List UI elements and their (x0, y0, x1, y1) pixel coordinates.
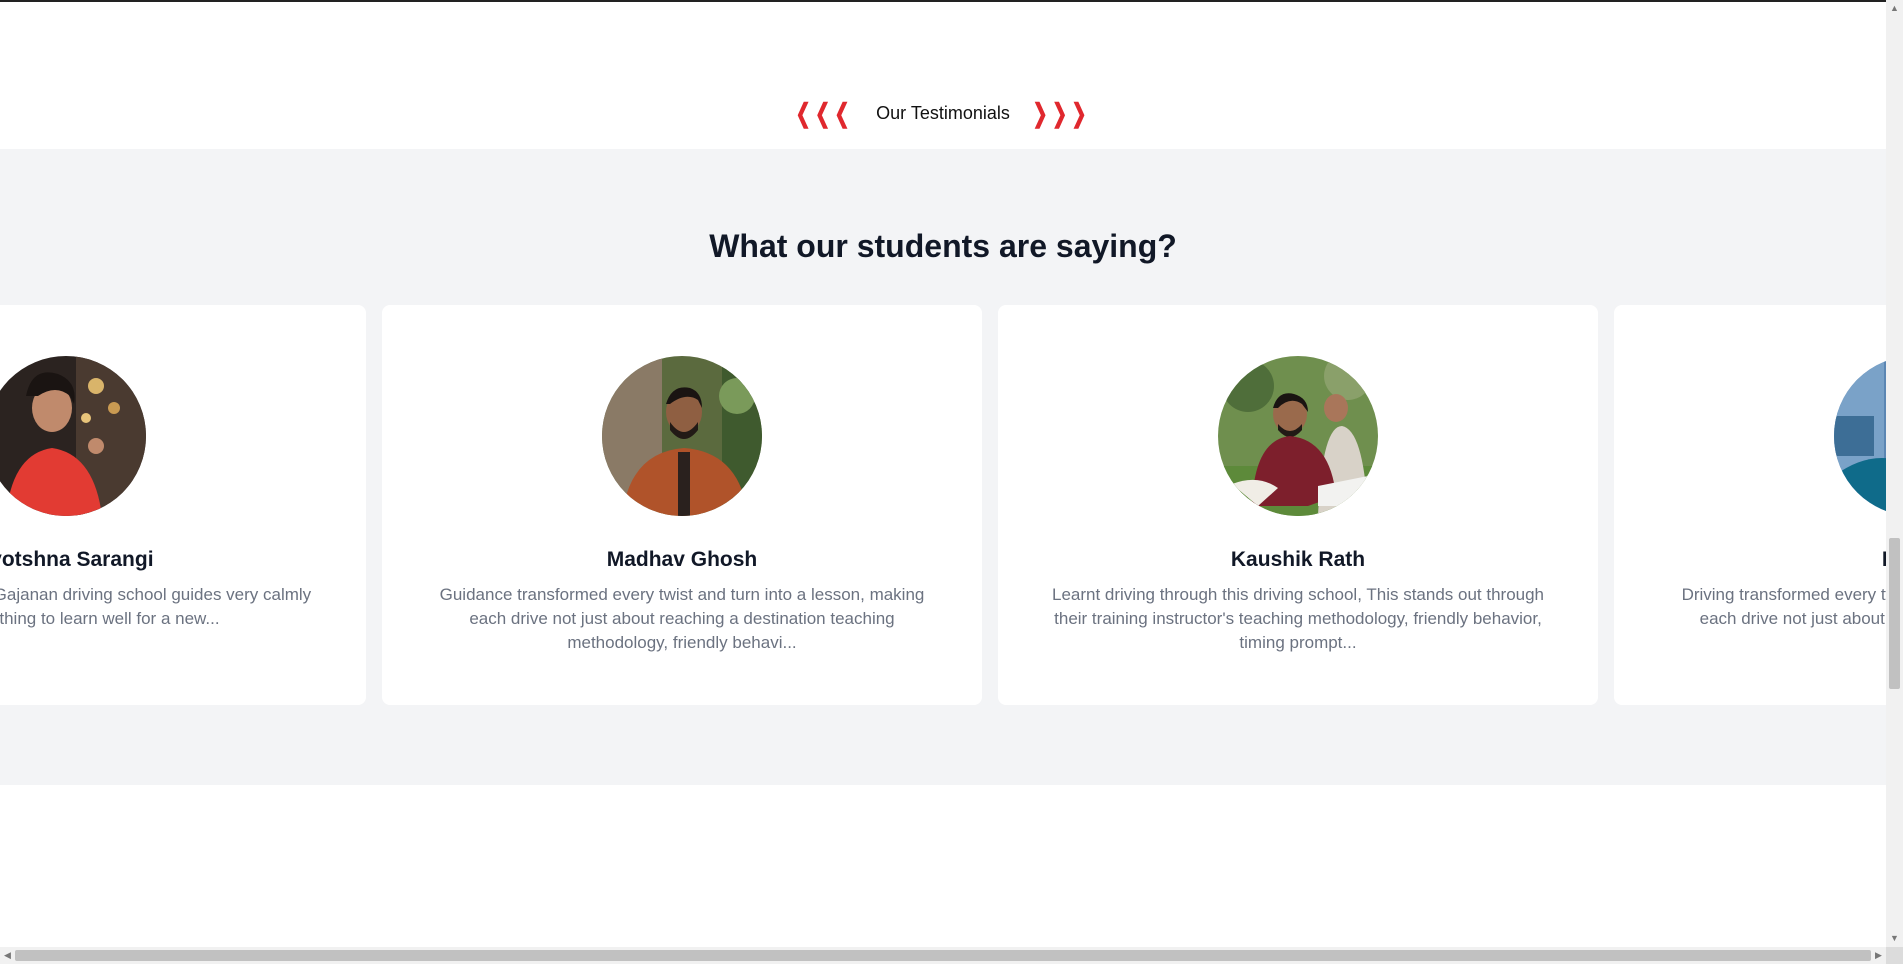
testimonial-card[interactable]: Jyotshna Sarangi My trainer Mr.Tapas of … (0, 305, 366, 705)
horizontal-scrollbar[interactable]: ◀ ▶ (0, 947, 1886, 964)
avatar (0, 356, 146, 516)
section-heading: What our students are saying? (709, 228, 1177, 264)
chevron-right-icon: ❯❯❯ (1032, 98, 1091, 128)
testimonial-card[interactable]: Madhav Ghosh Guidance transformed every … (382, 305, 982, 705)
student-name: Kaushik Rath (1230, 548, 1366, 571)
testimonial-card[interactable]: Ritesh Driving transformed every twist a… (1614, 305, 1886, 705)
horizontal-scroll-thumb[interactable] (15, 950, 1871, 961)
top-divider (0, 0, 1886, 2)
page: ❮❮❮ Our Testimonials ❯❯❯ What our studen… (0, 0, 1886, 947)
vertical-scroll-thumb[interactable] (1889, 538, 1900, 689)
testimonial-quote: My trainer Mr.Tapas of Gajanan driving s… (0, 585, 312, 628)
student-name: Jyotshna Sarangi (0, 548, 154, 571)
testimonial-quote: Guidance transformed every twist and tur… (439, 585, 925, 652)
section-eyebrow: ❮❮❮ Our Testimonials ❯❯❯ (0, 100, 1886, 126)
scroll-right-icon[interactable]: ▶ (1871, 947, 1886, 964)
avatar (602, 356, 762, 516)
testimonial-card[interactable]: Kaushik Rath Learnt driving through this… (998, 305, 1598, 705)
chevron-left-icon: ❮❮❮ (795, 98, 854, 128)
student-name: Madhav Ghosh (606, 548, 758, 571)
student-name: Ritesh (1614, 548, 1886, 572)
avatar (1218, 356, 1378, 516)
testimonial-quote: Learnt driving through this driving scho… (1051, 585, 1545, 652)
vertical-scrollbar[interactable]: ▲ ▼ (1886, 0, 1903, 947)
scroll-down-icon[interactable]: ▼ (1886, 930, 1903, 947)
scroll-up-icon[interactable]: ▲ (1886, 0, 1903, 17)
testimonial-quote: Driving transformed every twist and turn… (1681, 585, 1886, 628)
scroll-left-icon[interactable]: ◀ (0, 947, 15, 964)
scrollbar-corner (1886, 947, 1903, 964)
eyebrow-label: Our Testimonials (876, 102, 1010, 123)
avatar (1834, 356, 1886, 516)
